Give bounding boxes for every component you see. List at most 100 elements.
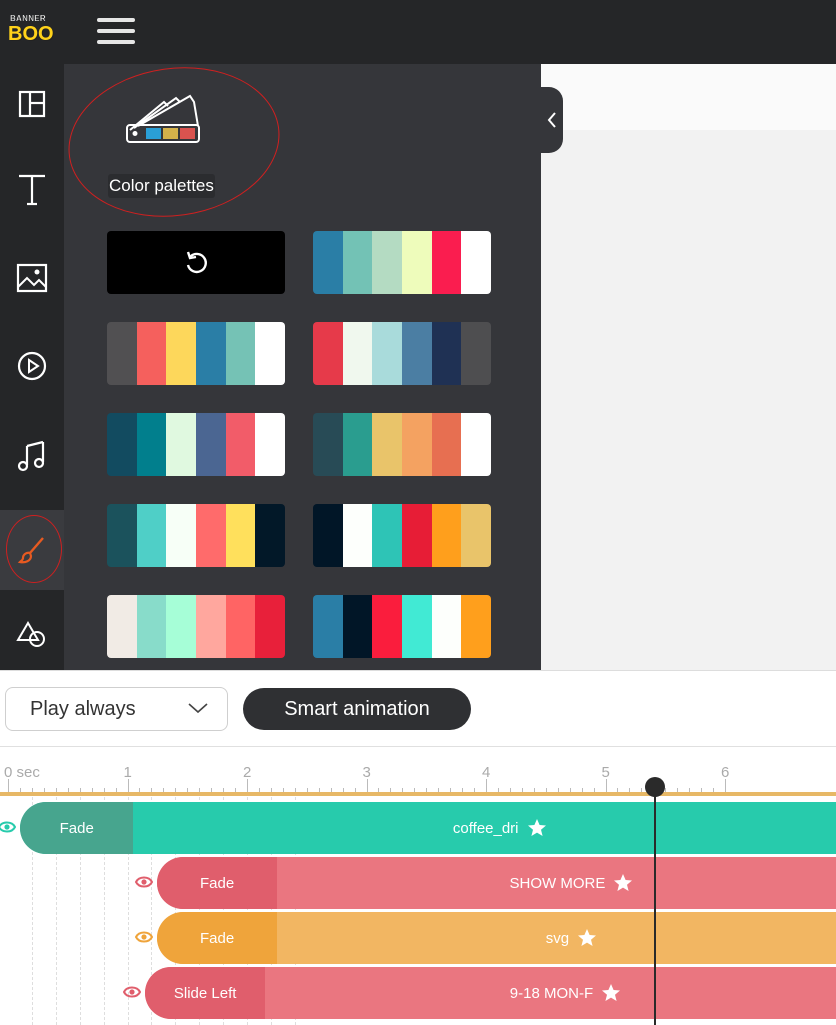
palette-color [342,322,373,385]
palette-swatch[interactable] [313,595,491,658]
visibility-eye-icon[interactable] [135,930,154,949]
play-mode-value: Play always [30,698,136,720]
star-icon[interactable] [577,928,597,948]
reset-palette-button[interactable] [107,231,285,294]
palette-color [166,413,197,476]
text-icon [19,174,45,206]
track-label: 9-18 MON-F [265,967,836,1019]
track-animation[interactable]: Slide Left [145,967,265,1019]
sidebar-item-audio[interactable] [0,416,64,496]
palette-color [166,595,197,658]
timeline-track[interactable]: Fade svg [157,912,836,964]
palette-color [136,413,167,476]
palette-swatch[interactable] [313,322,491,385]
timeline: 0 sec 1 2 3 4 5 6 Fade coffee_dri Fade SHOW MORE F… [0,746,836,1025]
palette-swatch[interactable] [107,504,285,567]
palette-color [166,322,197,385]
ruler-tick [605,779,607,793]
canvas-area [541,64,836,130]
play-mode-select[interactable]: Play always [5,687,228,731]
palette-color [372,413,403,476]
palette-color [313,504,343,567]
reset-icon [186,251,207,273]
visibility-eye-icon[interactable] [0,820,17,839]
sidebar-item-image[interactable] [0,238,64,318]
ruler-tick [127,779,129,793]
palette-color [431,595,462,658]
sidebar-item-colors[interactable] [0,510,64,590]
timeline-track[interactable]: Slide Left 9-18 MON-F [145,967,836,1019]
palette-color [107,322,137,385]
timeline-track[interactable]: Fade SHOW MORE [157,857,836,909]
star-icon[interactable] [601,983,621,1003]
palette-color [166,504,197,567]
palette-color [225,322,256,385]
palette-color [107,504,137,567]
palette-color [196,595,226,658]
star-icon[interactable] [527,818,547,838]
image-icon [16,263,48,293]
timeline-ruler[interactable]: 0 sec 1 2 3 4 5 6 [0,747,836,797]
palette-color [372,504,403,567]
track-animation[interactable]: Fade [157,912,277,964]
sidebar-item-layout[interactable] [0,64,64,144]
palette-color [136,595,167,658]
palette-color [196,322,226,385]
palette-color [225,504,256,567]
palette-color [402,504,432,567]
ruler-tick [486,779,487,793]
ruler-tick [366,779,368,793]
palette-swatch[interactable] [313,231,491,294]
palette-color [313,595,343,658]
palette-color [461,413,491,476]
playhead-handle[interactable] [645,777,665,797]
palette-swatch[interactable] [107,595,285,658]
animation-controls: Play always Smart animation [0,670,836,747]
track-label: svg [277,912,836,964]
music-icon [17,440,45,472]
palette-color [402,595,432,658]
palette-color [255,504,285,567]
palette-color [461,231,491,294]
palette-color [255,322,285,385]
palette-color [196,504,226,567]
top-bar: BANNER BOO [0,0,836,64]
sidebar-item-video[interactable] [0,326,64,406]
palette-color [107,413,137,476]
ruler-tick [725,779,726,793]
track-name: svg [545,929,570,947]
palette-color [107,595,137,658]
track-animation[interactable]: Fade [19,802,134,854]
palette-color [313,413,343,476]
hamburger-menu-icon[interactable] [97,14,137,48]
tick-label: 0 sec [4,764,40,781]
palette-swatch[interactable] [313,504,491,567]
palette-color [225,413,256,476]
chevron-left-icon [547,112,556,128]
palette-color [225,595,256,658]
visibility-eye-icon[interactable] [123,985,142,1004]
shapes-icon [16,621,45,647]
palette-color [342,504,373,567]
bannerboo-logo[interactable]: BANNER BOO [6,14,54,48]
track-animation[interactable]: Fade [157,857,277,909]
palette-color [342,413,373,476]
timeline-track[interactable]: Fade coffee_dri [19,802,836,854]
visibility-eye-icon[interactable] [135,875,154,894]
palette-color [461,504,491,567]
sidebar-item-text[interactable] [0,150,64,230]
collapse-panel-button[interactable] [541,87,563,153]
smart-animation-button[interactable]: Smart animation [243,688,471,730]
palette-color [372,231,403,294]
palette-swatch[interactable] [107,413,285,476]
palette-color [342,595,373,658]
palette-color [431,504,462,567]
color-fan-icon [124,92,204,153]
palette-swatch[interactable] [313,413,491,476]
sidebar-item-shapes[interactable] [0,594,64,674]
palette-swatch[interactable] [107,322,285,385]
star-icon[interactable] [613,873,633,893]
palette-color [431,231,462,294]
palette-color [431,322,462,385]
track-label: SHOW MORE [277,857,836,909]
